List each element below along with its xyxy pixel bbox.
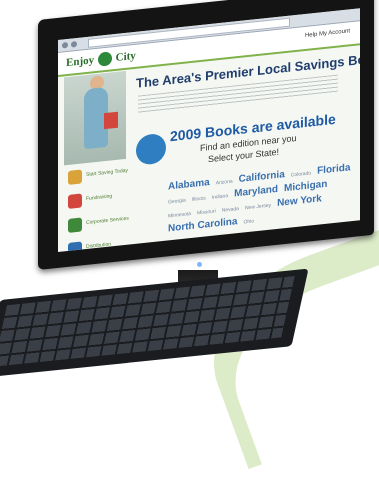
header-links[interactable]: Help My Account: [305, 28, 350, 39]
site-logo[interactable]: Enjoy City: [66, 47, 136, 72]
scene: Enjoy City Help My Account The Area's Pr…: [0, 0, 379, 477]
monitor-screen: Enjoy City Help My Account The Area's Pr…: [58, 8, 360, 253]
state-link[interactable]: Indiana: [212, 190, 228, 204]
state-link[interactable]: Alabama: [168, 177, 210, 193]
sidebar-item-label: Corporate Services: [86, 215, 129, 227]
logo-text-right: City: [115, 49, 136, 64]
logo-text-left: Enjoy: [66, 54, 95, 70]
logo-badge-icon: [97, 51, 112, 68]
state-link[interactable]: Arizona: [216, 176, 233, 190]
sidebar-item-label: Start Saving Today: [86, 167, 128, 179]
state-link[interactable]: Nevada: [222, 203, 239, 217]
sidebar: Start Saving Today Fundraising Corporate S…: [66, 161, 129, 253]
sidebar-item-icon: [68, 193, 82, 209]
browser-back-icon[interactable]: [62, 41, 68, 49]
state-link[interactable]: Minnesota: [168, 208, 191, 222]
state-link[interactable]: Illinois: [192, 192, 206, 205]
state-link[interactable]: Georgia: [168, 195, 186, 209]
browser-forward-icon[interactable]: [71, 41, 77, 48]
state-link[interactable]: New York: [277, 193, 322, 210]
state-link[interactable]: New Jersey: [245, 200, 271, 215]
sidebar-item-label: Fundraising: [86, 193, 113, 203]
state-link[interactable]: Colorado: [291, 167, 311, 181]
sidebar-item-icon: [68, 217, 82, 233]
hero-photo: [64, 70, 126, 166]
sidebar-item-icon: [68, 169, 82, 185]
state-link[interactable]: Missouri: [197, 205, 216, 219]
power-light-icon: [197, 262, 202, 267]
state-link[interactable]: Maryland: [234, 184, 278, 201]
promo-burst-icon[interactable]: [136, 132, 166, 166]
state-link[interactable]: Florida: [317, 162, 350, 178]
state-link[interactable]: Ohio: [243, 215, 254, 228]
hero-shopping-bag: [104, 111, 118, 130]
